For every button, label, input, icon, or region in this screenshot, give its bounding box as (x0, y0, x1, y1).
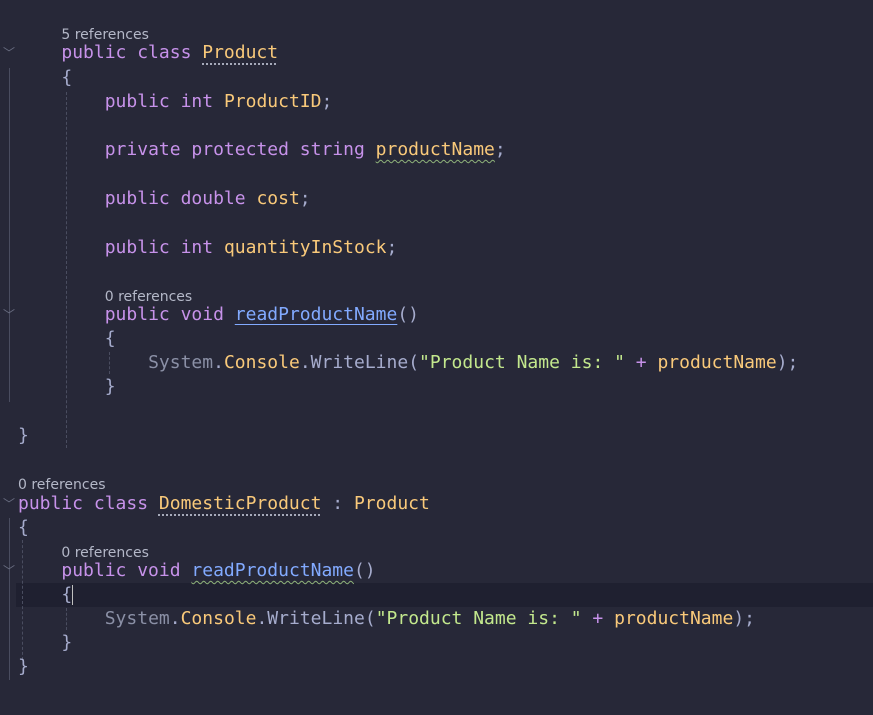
code-token: readProductName (234, 304, 398, 325)
code-token: Product (202, 42, 279, 63)
code-token: System (148, 352, 214, 373)
code-token: { (104, 328, 116, 349)
code-token: string (299, 139, 376, 160)
code-line: { (105, 327, 116, 351)
code-token: ( (364, 608, 376, 629)
code-line: public void readProductName() (105, 303, 419, 327)
code-token: class (137, 42, 203, 63)
code-token: ProductID (223, 91, 322, 112)
code-token: "Product Name is: " (419, 352, 625, 373)
code-token: public (18, 493, 94, 514)
fold-chevron-icon[interactable]: ﹀ (3, 44, 15, 61)
code-token: WriteLine (310, 352, 409, 373)
code-token: . (256, 608, 268, 629)
code-line: public double cost; (105, 187, 311, 211)
code-token: protected (191, 139, 300, 160)
code-token: { (61, 67, 73, 88)
code-token: readProductName (191, 560, 354, 581)
code-token: cost (256, 188, 300, 209)
code-token: { (61, 584, 73, 605)
code-line: public int quantityInStock; (105, 236, 398, 260)
code-line: public class DomesticProduct : Product (18, 492, 430, 516)
code-line: System.Console.WriteLine("Product Name i… (148, 351, 798, 375)
indent-guide (66, 608, 67, 630)
fold-guide (9, 518, 10, 680)
code-token: int (180, 237, 224, 258)
code-token: Product (353, 493, 430, 514)
code-line: System.Console.WriteLine("Product Name i… (105, 607, 755, 631)
code-token: ); (733, 608, 756, 629)
text-cursor (72, 585, 73, 605)
code-line: { (61, 583, 72, 607)
code-line: public class Product (61, 41, 278, 65)
code-line: } (18, 424, 29, 448)
code-token: void (180, 304, 235, 325)
code-token: { (18, 517, 29, 538)
code-token: } (104, 376, 116, 397)
code-token: } (18, 656, 29, 677)
code-token: : (321, 493, 354, 514)
code-token: public (104, 237, 181, 258)
code-token: productName (375, 139, 495, 160)
code-token: public (104, 91, 181, 112)
code-token: public (61, 560, 138, 581)
code-token: void (137, 560, 192, 581)
code-token: + (624, 352, 658, 373)
code-token: } (61, 632, 73, 653)
code-token: public (104, 188, 181, 209)
code-token: ; (494, 139, 506, 160)
indent-guide (109, 352, 110, 374)
code-line: private protected string productName; (105, 138, 506, 162)
code-line: { (18, 516, 29, 540)
code-token: ; (321, 91, 333, 112)
fold-chevron-icon[interactable]: ﹀ (3, 495, 15, 512)
code-token: productName (657, 352, 777, 373)
code-token: . (169, 608, 181, 629)
code-token: System (104, 608, 170, 629)
code-token: class (93, 493, 159, 514)
code-token: () (353, 560, 376, 581)
code-token: ); (776, 352, 799, 373)
code-token: productName (614, 608, 734, 629)
code-token: } (18, 425, 29, 446)
code-token: Console (223, 352, 300, 373)
code-token: WriteLine (267, 608, 365, 629)
code-line: { (61, 66, 72, 90)
code-token: + (581, 608, 615, 629)
code-token: ( (408, 352, 420, 373)
code-token: public (61, 42, 138, 63)
code-line: } (61, 631, 72, 655)
code-token: private (104, 139, 192, 160)
code-token: ; (299, 188, 311, 209)
code-token: Console (180, 608, 257, 629)
fold-guide (9, 332, 10, 402)
fold-chevron-icon[interactable]: ﹀ (3, 562, 15, 579)
code-token: . (213, 352, 224, 373)
code-line: public int ProductID; (105, 90, 333, 114)
code-token: quantityInStock (223, 237, 387, 258)
code-token: () (397, 304, 420, 325)
code-token: public (104, 304, 181, 325)
code-token: int (180, 91, 224, 112)
fold-chevron-icon[interactable]: ﹀ (3, 306, 15, 323)
code-token: "Product Name is: " (375, 608, 582, 629)
indent-guide (22, 540, 23, 660)
code-line: } (105, 375, 116, 399)
current-line-highlight (16, 583, 873, 607)
code-token: DomesticProduct (158, 493, 322, 514)
code-token: double (180, 188, 257, 209)
indent-guide (66, 92, 67, 448)
code-token: ; (386, 237, 398, 258)
code-line: } (18, 655, 29, 679)
code-token: . (299, 352, 311, 373)
code-line: public void readProductName() (61, 559, 375, 583)
